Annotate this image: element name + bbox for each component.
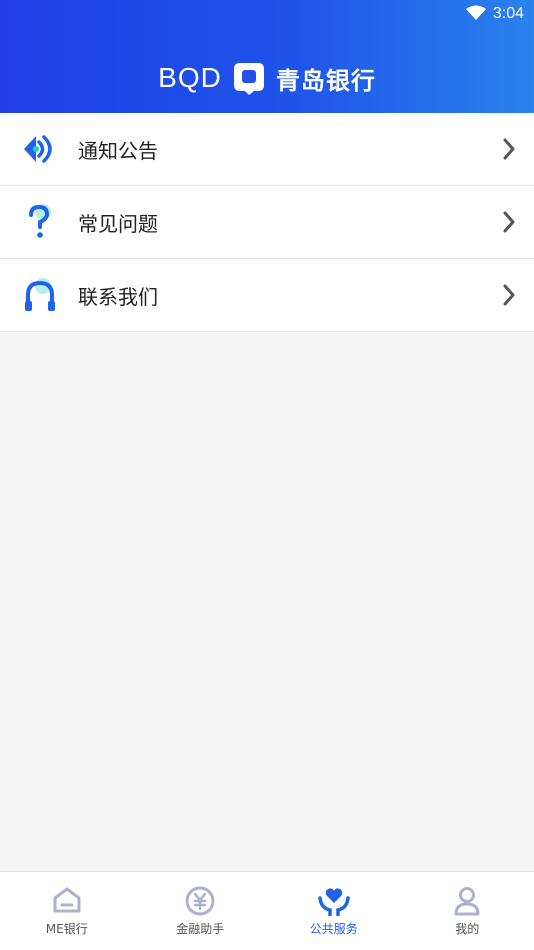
menu-item-contact-us[interactable]: 联系我们 [0, 259, 534, 332]
brand-cn-text: 青岛银行 [276, 61, 376, 96]
menu-item-label: 联系我们 [78, 281, 158, 310]
status-bar: 3:04 [0, 0, 534, 30]
tab-me-bank[interactable]: ME银行 [0, 872, 134, 950]
bottom-tab-bar: ME银行 金融助手 公共服务 我的 [0, 871, 534, 950]
tab-label: 我的 [401, 920, 534, 937]
home-icon [52, 886, 82, 914]
wifi-icon [466, 5, 486, 21]
status-time: 3:04 [493, 5, 524, 23]
chevron-right-icon [502, 283, 516, 307]
chevron-right-icon [502, 210, 516, 234]
tab-label: 金融助手 [134, 920, 268, 937]
menu-item-announcements[interactable]: 通知公告 [0, 113, 534, 186]
tab-label: 公共服务 [267, 920, 401, 937]
menu-item-faq[interactable]: 常见问题 [0, 186, 534, 259]
brand-en-text: BQD [158, 62, 222, 94]
service-menu-list: 通知公告 常见问题 联系我们 [0, 113, 534, 332]
tab-mine[interactable]: 我的 [401, 872, 534, 950]
headset-icon [22, 277, 58, 313]
yuan-coin-icon [185, 886, 215, 916]
heart-hands-icon [318, 886, 350, 916]
app-header: 3:04 BQD 青岛银行 [0, 0, 534, 113]
announcement-speaker-icon [22, 131, 58, 167]
bank-brand: BQD 青岛银行 [0, 60, 534, 96]
person-icon [453, 886, 481, 916]
menu-item-label: 通知公告 [78, 135, 158, 164]
menu-item-label: 常见问题 [78, 208, 158, 237]
tab-public-services[interactable]: 公共服务 [267, 872, 401, 950]
tab-label: ME银行 [0, 920, 134, 937]
chevron-right-icon [502, 137, 516, 161]
tab-finance-assistant[interactable]: 金融助手 [134, 872, 268, 950]
question-mark-icon [22, 204, 58, 240]
bank-logo-icon [232, 61, 266, 95]
